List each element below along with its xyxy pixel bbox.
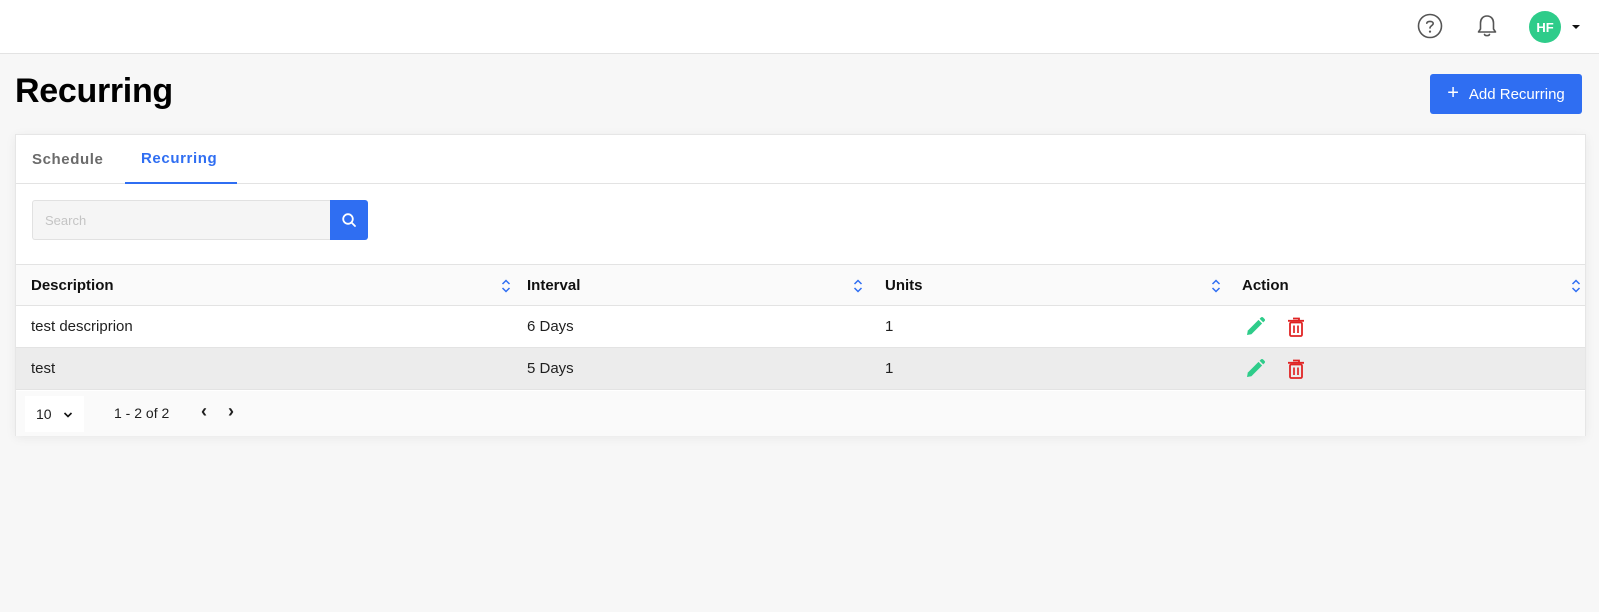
column-header-action[interactable]: Action	[1242, 265, 1572, 305]
sort-icon[interactable]	[501, 278, 511, 294]
plus-icon: +	[1447, 82, 1459, 104]
sort-icon[interactable]	[853, 278, 863, 294]
edit-icon[interactable]	[1244, 358, 1266, 380]
add-recurring-button[interactable]: + Add Recurring	[1430, 74, 1582, 114]
delete-icon[interactable]	[1285, 316, 1307, 338]
tab-bar: Schedule Recurring	[16, 135, 1585, 184]
recurring-table: Description Interval Units Action test d…	[16, 264, 1585, 390]
help-icon[interactable]	[1417, 13, 1443, 39]
sort-icon[interactable]	[1571, 278, 1581, 294]
column-header-description[interactable]: Description	[31, 265, 511, 305]
chevron-down-icon	[63, 412, 73, 418]
recurring-card: Schedule Recurring Description Interval …	[15, 134, 1586, 436]
cell-interval: 5 Days	[527, 360, 574, 377]
column-header-interval[interactable]: Interval	[527, 265, 882, 305]
page-title: Recurring	[15, 72, 173, 110]
table-footer: 10 1 - 2 of 2 ‹ ›	[16, 391, 1585, 436]
cell-description: test descriprion	[31, 318, 133, 335]
pagination-range: 1 - 2 of 2	[114, 405, 170, 421]
cell-actions	[1242, 348, 1572, 389]
edit-icon[interactable]	[1244, 316, 1266, 338]
table-header-row: Description Interval Units Action	[16, 264, 1585, 306]
tab-recurring[interactable]: Recurring	[125, 135, 237, 184]
search-button[interactable]	[330, 200, 368, 240]
next-page-button[interactable]: ›	[228, 401, 234, 422]
column-header-units[interactable]: Units	[885, 265, 1240, 305]
cell-description: test	[31, 360, 56, 377]
add-recurring-label: Add Recurring	[1468, 85, 1565, 103]
table-row: test descriprion 6 Days 1	[16, 306, 1585, 348]
caret-down-icon[interactable]	[1570, 22, 1582, 32]
cell-interval: 6 Days	[527, 318, 574, 335]
cell-units: 1	[885, 318, 894, 335]
per-page-value: 10	[36, 406, 52, 422]
tab-schedule[interactable]: Schedule	[16, 135, 124, 184]
table-row: test 5 Days 1	[16, 348, 1585, 390]
search-icon	[342, 213, 356, 227]
cell-actions	[1242, 306, 1572, 347]
bell-icon[interactable]	[1473, 12, 1501, 40]
sort-icon[interactable]	[1211, 278, 1221, 294]
search-input[interactable]	[32, 200, 330, 240]
top-bar: HF	[0, 0, 1599, 54]
per-page-select[interactable]: 10	[25, 396, 84, 432]
cell-units: 1	[885, 360, 894, 377]
avatar[interactable]: HF	[1529, 11, 1561, 43]
previous-page-button[interactable]: ‹	[201, 401, 207, 422]
delete-icon[interactable]	[1285, 358, 1307, 380]
